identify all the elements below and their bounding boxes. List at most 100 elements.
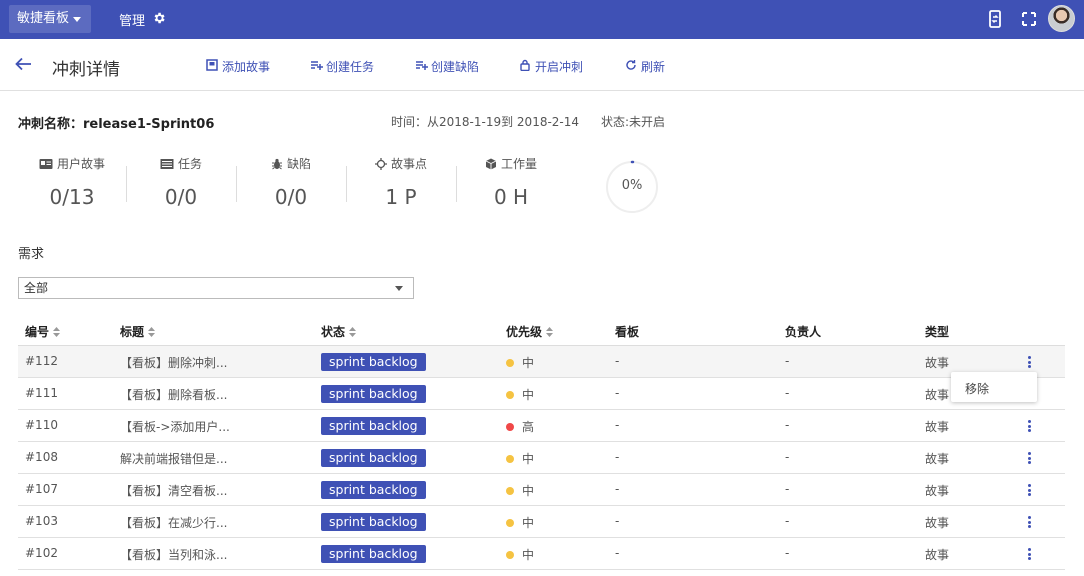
more-vert-icon[interactable]	[1024, 484, 1034, 498]
row-priority: 中	[522, 388, 535, 402]
cube-icon	[485, 158, 497, 170]
priority-dot	[506, 359, 514, 367]
more-vert-icon[interactable]	[1024, 452, 1034, 466]
row-title[interactable]: 【看板】在减少行...	[120, 514, 227, 531]
app-menu-label: 敏捷看板	[17, 11, 70, 26]
column-header-label: 编号	[25, 325, 50, 339]
status-badge: sprint backlog	[321, 449, 426, 467]
table-row[interactable]: #112 【看板】删除冲刺... sprint backlog 中 - - 故事	[18, 346, 1065, 378]
row-type: 故事	[925, 356, 950, 370]
row-title[interactable]: 解决前端报错但是...	[120, 450, 227, 467]
bug-icon	[271, 158, 282, 170]
stat-label: 故事点	[390, 157, 427, 171]
table-row[interactable]: #108 解决前端报错但是... sprint backlog 中 - - 故事	[18, 442, 1065, 474]
sort-icon	[349, 327, 357, 337]
row-board: -	[615, 450, 620, 464]
table-row[interactable]: #107 【看板】清空看板... sprint backlog 中 - - 故事	[18, 474, 1065, 506]
stat-value: 0/0	[274, 185, 308, 209]
more-vert-icon[interactable]	[1024, 420, 1034, 434]
row-priority: 中	[522, 548, 535, 562]
row-board: -	[615, 354, 620, 368]
row-board: -	[615, 386, 620, 400]
status-badge: sprint backlog	[321, 513, 426, 531]
stat-label: 任务	[177, 157, 202, 171]
row-type: 故事	[925, 388, 950, 402]
status-badge: sprint backlog	[321, 353, 426, 371]
phone-sync-icon[interactable]	[987, 10, 1003, 28]
back-arrow-icon[interactable]	[15, 57, 32, 71]
table-row[interactable]: #103 【看板】在减少行... sprint backlog 中 - - 故事	[18, 506, 1065, 538]
requirement-filter-select[interactable]: 全部	[18, 277, 414, 299]
priority-dot	[506, 551, 514, 559]
row-id: #111	[25, 386, 58, 400]
priority-dot	[506, 423, 514, 431]
row-title[interactable]: 【看板】清空看板...	[120, 482, 227, 499]
sort-icon	[546, 327, 554, 337]
row-title[interactable]: 【看板->添加用户...	[120, 418, 230, 435]
row-title[interactable]: 【看板】当列和泳...	[120, 546, 227, 563]
status-badge: sprint backlog	[321, 481, 426, 499]
column-header-priority[interactable]: 优先级	[506, 323, 554, 340]
row-type: 故事	[925, 452, 950, 466]
table-row[interactable]: #111 【看板】删除看板... sprint backlog 中 - - 故事	[18, 378, 1065, 410]
column-header-owner: 负责人	[785, 325, 822, 339]
sort-icon	[53, 327, 61, 337]
stat-bugs: 缺陷 0/0	[236, 155, 346, 215]
row-board: -	[615, 514, 620, 528]
stat-label: 工作量	[500, 157, 537, 171]
more-vert-icon[interactable]	[1024, 548, 1034, 562]
more-vert-icon[interactable]	[1024, 516, 1034, 530]
column-header-label: 状态	[321, 325, 346, 339]
table-row[interactable]: #102 【看板】当列和泳... sprint backlog 中 - - 故事	[18, 538, 1065, 570]
priority-dot	[506, 455, 514, 463]
row-owner: -	[785, 450, 790, 464]
stat-label: 缺陷	[286, 157, 311, 171]
page-toolbar: 冲刺详情 添加故事 创建任务 创建缺陷 开启冲刺 刷新	[0, 39, 1084, 91]
user-avatar[interactable]	[1048, 5, 1075, 32]
row-id: #112	[25, 354, 58, 368]
create-task-button[interactable]: 创建任务	[310, 58, 374, 75]
manage-menu[interactable]: 管理	[119, 10, 145, 29]
row-type: 故事	[925, 420, 950, 434]
remove-menu-item[interactable]: 移除	[965, 380, 989, 397]
add-story-button[interactable]: 添加故事	[206, 58, 270, 75]
stat-value: 0/13	[49, 185, 95, 209]
row-priority: 中	[522, 484, 535, 498]
gear-icon[interactable]	[152, 11, 166, 25]
priority-dot	[506, 487, 514, 495]
status-badge: sprint backlog	[321, 417, 426, 435]
stat-tasks: 任务 0/0	[126, 155, 236, 215]
app-menu-button[interactable]: 敏捷看板	[9, 5, 91, 33]
create-bug-button[interactable]: 创建缺陷	[415, 58, 479, 75]
column-header-title[interactable]: 标题	[120, 323, 156, 340]
row-action-menu: 移除	[951, 372, 1037, 402]
requirements-title: 需求	[18, 247, 45, 262]
column-header-status[interactable]: 状态	[321, 323, 357, 340]
row-title[interactable]: 【看板】删除看板...	[120, 386, 227, 403]
row-id: #110	[25, 418, 58, 432]
dropdown-arrow-icon	[395, 286, 403, 291]
priority-dot	[506, 519, 514, 527]
row-id: #102	[25, 546, 58, 560]
column-header-id[interactable]: 编号	[25, 323, 61, 340]
row-title[interactable]: 【看板】删除冲刺...	[120, 354, 227, 371]
row-owner: -	[785, 418, 790, 432]
row-id: #107	[25, 482, 58, 496]
row-id: #108	[25, 450, 58, 464]
stat-value: 0/0	[164, 185, 198, 209]
fullscreen-icon[interactable]	[1021, 10, 1037, 28]
table-row[interactable]: #110 【看板->添加用户... sprint backlog 高 - - 故…	[18, 410, 1065, 442]
row-owner: -	[785, 514, 790, 528]
stat-workload: 工作量 0 H	[456, 155, 566, 215]
caret-down-icon	[73, 17, 81, 22]
card-icon	[39, 159, 53, 169]
row-owner: -	[785, 546, 790, 560]
sort-icon	[148, 327, 156, 337]
requirements-table: 编号 标题 状态 优先级 看板 负责人 类型 #112 【看板】删除冲刺... …	[18, 316, 1065, 570]
stat-user-stories: 用户故事 0/13	[17, 155, 127, 215]
start-sprint-button[interactable]: 开启冲刺	[519, 58, 583, 75]
priority-dot	[506, 391, 514, 399]
refresh-button[interactable]: 刷新	[625, 58, 665, 75]
column-header-type: 类型	[925, 325, 950, 339]
more-vert-icon[interactable]	[1024, 356, 1034, 370]
